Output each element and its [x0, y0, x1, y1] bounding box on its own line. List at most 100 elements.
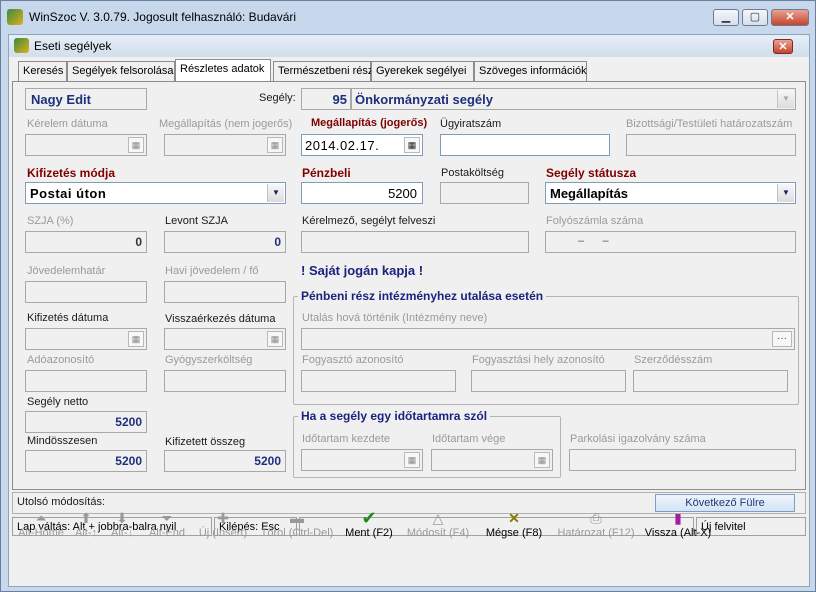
szerzodesszam-label: Szerződésszám — [634, 354, 713, 366]
last-record-button[interactable]: ⏷ Alt-End — [137, 509, 197, 539]
postakoltseg-field[interactable] — [440, 182, 529, 204]
tab-segelyek-felsorolasa[interactable]: Segélyek felsorolása — [67, 61, 175, 81]
idotartam-vege-field[interactable]: ▦ — [431, 449, 553, 471]
havi-jovedelem-field[interactable] — [164, 281, 286, 303]
kifizetes-modja-select[interactable]: Postai úton ▼ — [25, 182, 286, 204]
outer-window: WinSzoc V. 3.0.79. Jogosult felhasználó:… — [0, 0, 816, 592]
cancel-label: Mégse (F8) — [485, 527, 543, 539]
ellipsis-button[interactable]: ··· — [772, 331, 792, 347]
utolso-modositas-label: Utolsó módosítás: — [17, 496, 106, 508]
szja-value: 0 — [135, 235, 142, 249]
folyoszamla-label: Folyószámla száma — [546, 215, 644, 227]
calendar-icon[interactable]: ▦ — [404, 452, 420, 468]
idotartam-group-title: Ha a segély egy időtartamra szól — [298, 409, 491, 423]
inner-titlebar: Eseti segélyek ✕ — [9, 35, 809, 57]
utalas-field[interactable]: ··· — [301, 328, 795, 350]
mindosszesen-field[interactable]: 5200 — [25, 450, 147, 472]
havi-jovedelem-label: Havi jövedelem / fő — [165, 265, 259, 277]
intezmeny-group-title: Pénbeni rész intézményhez utalása esetén — [298, 289, 547, 303]
fogyaszto-field[interactable] — [301, 370, 456, 392]
last-record-icon: ⏷ — [161, 510, 173, 526]
segely-statusza-select[interactable]: Megállapítás ▼ — [545, 182, 796, 204]
chevron-down-icon[interactable]: ▼ — [267, 184, 284, 202]
tab-termeszetbeni-resz[interactable]: Természetbeni rész — [273, 61, 373, 81]
fogyasztasi-hely-label: Fogyasztási hely azonosító — [472, 354, 605, 366]
kifizetett-osszeg-field[interactable]: 5200 — [164, 450, 286, 472]
kerelmezo-field[interactable] — [301, 231, 529, 253]
name-field[interactable]: Nagy Edit — [25, 88, 147, 110]
levont-szja-label: Levont SZJA — [165, 215, 228, 227]
segely-type-select[interactable]: Önkormányzati segély ▼ — [351, 88, 796, 110]
folyoszamla-field[interactable]: – – — [545, 231, 796, 253]
penzbeli-field[interactable]: 5200 — [301, 182, 423, 204]
ugyiratszam-field[interactable] — [440, 134, 610, 156]
plus-icon: ✚ — [217, 510, 229, 526]
szja-label: SZJA (%) — [27, 215, 74, 227]
app-logo-icon — [7, 9, 23, 25]
delete-button[interactable]: ▬ Törol (Ctrl-Del) — [259, 509, 335, 539]
penzbeli-label: Pénzbeli — [302, 166, 351, 180]
fogyaszto-label: Fogyasztó azonosító — [302, 354, 404, 366]
modify-button[interactable]: △ Módosít (F4) — [405, 509, 471, 539]
kerelem-datuma-field[interactable]: ▦ — [25, 134, 147, 156]
calendar-icon[interactable]: ▦ — [404, 137, 420, 153]
adoazonosito-label: Adóazonosító — [27, 354, 95, 366]
segely-netto-field[interactable]: 5200 — [25, 411, 147, 433]
calendar-icon[interactable]: ▦ — [267, 331, 283, 347]
idotartam-vege-label: Időtartam vége — [432, 433, 506, 445]
fogyasztasi-hely-field[interactable] — [471, 370, 626, 392]
kifizetes-datuma-label: Kifizetés dátuma — [27, 312, 109, 324]
exit-button[interactable]: ▮ Vissza (Alt-X) — [641, 509, 715, 539]
calendar-icon[interactable]: ▦ — [128, 137, 144, 153]
kerelem-datuma-label: Kérelem dátuma — [27, 118, 108, 130]
tab-szoveges-informaciok[interactable]: Szöveges információk — [474, 61, 587, 81]
segely-code-field[interactable]: 95 — [301, 88, 351, 110]
new-button[interactable]: ✚ Új (Insert) — [193, 509, 253, 539]
maximize-button[interactable]: ▢ — [742, 9, 768, 26]
levont-szja-field[interactable]: 0 — [164, 231, 286, 253]
chevron-down-icon[interactable]: ▼ — [777, 184, 794, 202]
calendar-icon[interactable]: ▦ — [128, 331, 144, 347]
kifizetett-osszeg-value: 5200 — [254, 454, 281, 468]
megallapitas-jogeros-label: Megállapítás (jogerős) — [311, 117, 428, 129]
idotartam-kezdete-field[interactable]: ▦ — [301, 449, 423, 471]
window-icon — [14, 38, 29, 53]
szja-field[interactable]: 0 — [25, 231, 147, 253]
new-label: Új (Insert) — [198, 527, 248, 539]
tab-kereses[interactable]: Keresés — [18, 61, 67, 81]
calendar-icon[interactable]: ▦ — [534, 452, 550, 468]
save-label: Ment (F2) — [345, 527, 393, 539]
mindosszesen-label: Mindösszesen — [27, 435, 98, 447]
jovedelemhatar-label: Jövedelemhatár — [27, 265, 106, 277]
gyogyszerkoltseg-field[interactable] — [164, 370, 286, 392]
last-record-label: Alt-End — [148, 527, 186, 539]
exit-label: Vissza (Alt-X) — [644, 527, 712, 539]
segely-netto-label: Segély netto — [27, 396, 89, 408]
save-button[interactable]: ✔ Ment (F2) — [339, 509, 399, 539]
sajat-jogan-notice: ! Saját jogán kapja ! — [301, 263, 424, 278]
checkmark-icon: ✔ — [361, 508, 377, 528]
chevron-down-icon[interactable]: ▼ — [777, 90, 794, 108]
kifizetes-datuma-field[interactable]: ▦ — [25, 328, 147, 350]
bizottsagi-field[interactable] — [626, 134, 796, 156]
minimize-button[interactable]: ▁ — [713, 9, 739, 26]
close-button[interactable]: ✕ — [771, 9, 809, 26]
visszaerkezes-field[interactable]: ▦ — [164, 328, 286, 350]
jovedelemhatar-field[interactable] — [25, 281, 147, 303]
inner-window: Eseti segélyek ✕ Keresés Segélyek felsor… — [8, 34, 810, 587]
tab-gyerekek-segelyei[interactable]: Gyerekek segélyei — [371, 61, 474, 81]
parkolasi-field[interactable] — [569, 449, 796, 471]
resolution-button[interactable]: ⎙ Határozat (F12) — [554, 509, 638, 539]
next-record-label: Alt-↓ — [111, 527, 133, 539]
minus-icon: ▬ — [290, 510, 304, 526]
calendar-icon[interactable]: ▦ — [267, 137, 283, 153]
inner-close-button[interactable]: ✕ — [773, 39, 793, 54]
idotartam-kezdete-label: Időtartam kezdete — [302, 433, 391, 445]
cancel-button[interactable]: ✕ Mégse (F8) — [484, 509, 544, 539]
adoazonosito-field[interactable] — [25, 370, 147, 392]
megallapitas-nem-field[interactable]: ▦ — [164, 134, 286, 156]
szerzodesszam-field[interactable] — [633, 370, 788, 392]
gyogyszerkoltseg-label: Gyógyszerköltség — [165, 354, 253, 366]
tab-reszletes-adatok[interactable]: Részletes adatok — [175, 59, 271, 82]
megallapitas-jogeros-field[interactable]: 2014.02.17. ▦ — [301, 134, 423, 156]
